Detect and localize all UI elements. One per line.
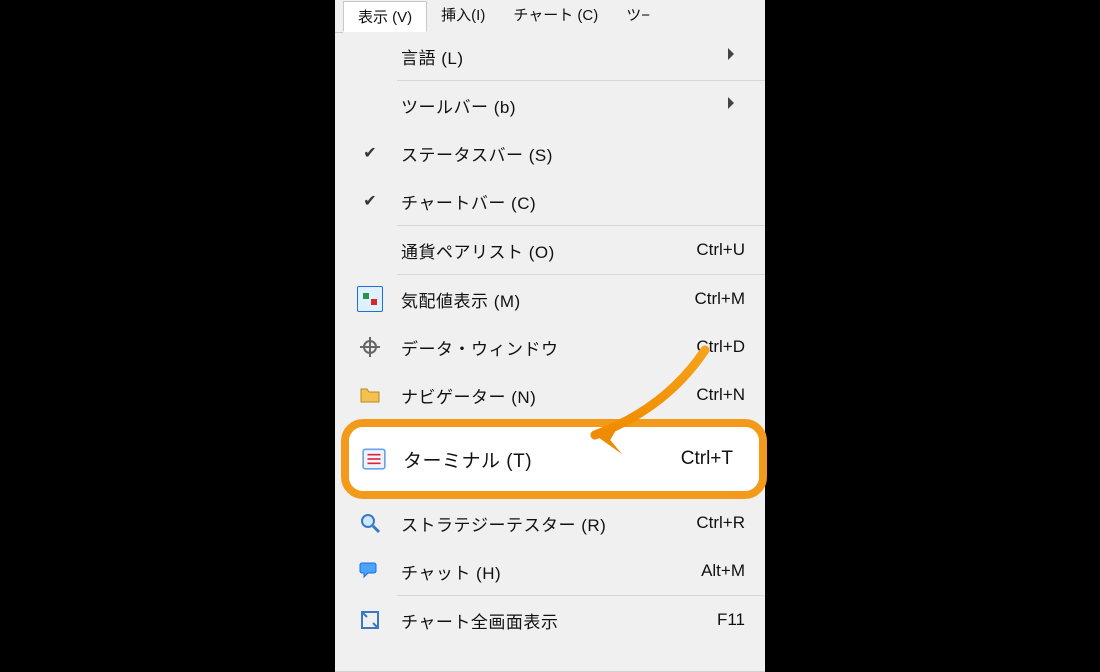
menuitem-label: ターミナル (T) (399, 446, 681, 473)
menuitem-terminal[interactable]: ターミナル (T) Ctrl+T (349, 427, 759, 491)
menuitem-label: ストラテジーテスター (R) (397, 511, 696, 536)
view-dropdown: 言語 (L) ツールバー (b) ✔ ステータスバー (S) ✔ (343, 32, 765, 644)
quotes-icon (343, 286, 397, 312)
menuitem-label: 言語 (L) (397, 44, 719, 69)
menuitem-shortcut: Ctrl+M (694, 289, 765, 309)
menuitem-shortcut: Ctrl+R (696, 513, 765, 533)
magnifier-icon (343, 511, 397, 535)
menuitem-shortcut: Ctrl+T (681, 448, 759, 470)
menu-view[interactable]: 表示 (V) (343, 1, 427, 32)
check-icon: ✔ (343, 191, 397, 211)
menuitem-shortcut: F11 (717, 610, 765, 630)
menuitem-label: ステータスバー (S) (397, 141, 745, 166)
menuitem-language[interactable]: 言語 (L) (343, 32, 765, 80)
menuitem-shortcut: Ctrl+D (696, 337, 765, 357)
menuitem-label: ナビゲーター (N) (397, 383, 696, 408)
menubar: 表示 (V) 挿入(I) チャート (C) ツ− (335, 0, 765, 33)
menuitem-fullscreen[interactable]: チャート全画面表示 F11 (343, 596, 765, 644)
menuitem-strategytester[interactable]: ストラテジーテスター (R) Ctrl+R (343, 499, 765, 547)
menuitem-label: チャートバー (C) (397, 189, 745, 214)
menuitem-statusbar[interactable]: ✔ ステータスバー (S) (343, 129, 765, 177)
menuitem-label: 通貨ペアリスト (O) (397, 238, 696, 263)
crosshair-icon (343, 335, 397, 359)
app-panel: 表示 (V) 挿入(I) チャート (C) ツ− 言語 (L) ツールバー (b… (335, 0, 765, 672)
menu-tool[interactable]: ツ− (612, 0, 654, 31)
menuitem-shortcut: Ctrl+N (696, 385, 765, 405)
menuitem-label: チャート全画面表示 (397, 608, 717, 633)
check-icon: ✔ (343, 143, 397, 163)
menuitem-datawindow[interactable]: データ・ウィンドウ Ctrl+D (343, 323, 765, 371)
menuitem-label: ツールバー (b) (397, 93, 719, 118)
menuitem-shortcut: Alt+M (701, 561, 765, 581)
menuitem-quotes[interactable]: 気配値表示 (M) Ctrl+M (343, 275, 765, 323)
menuitem-chartbar[interactable]: ✔ チャートバー (C) (343, 177, 765, 225)
submenu-arrow-icon (719, 42, 765, 70)
menuitem-label: データ・ウィンドウ (397, 335, 696, 360)
submenu-arrow-icon (719, 91, 765, 119)
menuitem-label: 気配値表示 (M) (397, 287, 694, 312)
menuitem-chat[interactable]: チャット (H) Alt+M (343, 547, 765, 595)
menuitem-navigator[interactable]: ナビゲーター (N) Ctrl+N (343, 371, 765, 419)
folder-icon (343, 383, 397, 407)
menuitem-label: チャット (H) (397, 559, 701, 584)
chat-icon (343, 559, 397, 583)
menu-insert[interactable]: 挿入(I) (427, 0, 499, 31)
menuitem-toolbar[interactable]: ツールバー (b) (343, 81, 765, 129)
terminal-highlight: ターミナル (T) Ctrl+T (341, 419, 767, 499)
menu-chart[interactable]: チャート (C) (499, 0, 612, 31)
menuitem-pairlist[interactable]: 通貨ペアリスト (O) Ctrl+U (343, 226, 765, 274)
fullscreen-icon (343, 608, 397, 632)
terminal-icon (349, 446, 399, 472)
menuitem-shortcut: Ctrl+U (696, 240, 765, 260)
